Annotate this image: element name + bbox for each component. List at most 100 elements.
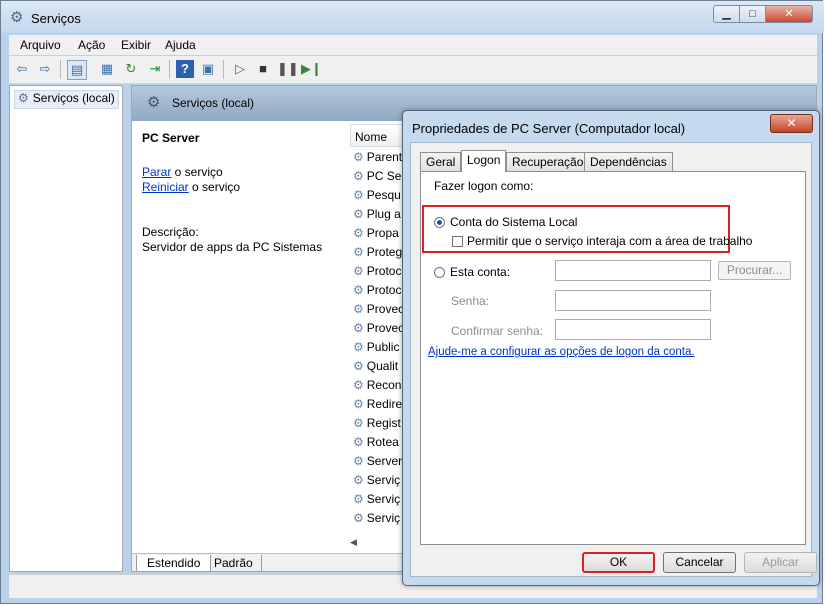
service-row[interactable]: ⚙ Public — [353, 340, 399, 359]
stop-icon[interactable]: ■ — [254, 60, 272, 78]
help-icon[interactable]: ? — [176, 60, 194, 78]
ok-button[interactable]: OK — [582, 552, 655, 573]
browse-button[interactable]: Procurar... — [718, 261, 791, 280]
service-row-name: Protoc — [366, 283, 402, 297]
service-row[interactable]: ⚙ Server — [353, 454, 402, 473]
service-row[interactable]: ⚙ PC Ser — [353, 169, 405, 188]
service-gear-icon: ⚙ — [353, 473, 364, 487]
start-icon[interactable]: ▷ — [231, 60, 249, 78]
service-row[interactable]: ⚙ Serviç — [353, 511, 400, 530]
service-row[interactable]: ⚙ Provec — [353, 302, 404, 321]
service-row-name: Protoc — [366, 264, 402, 278]
password-field[interactable] — [555, 290, 711, 311]
service-gear-icon: ⚙ — [353, 359, 364, 373]
stop-service-action: Parar o serviço — [142, 165, 223, 179]
service-row-name: Provec — [366, 321, 405, 335]
restart-service-text: o serviço — [188, 180, 241, 194]
password-label: Senha: — [451, 294, 490, 308]
service-gear-icon: ⚙ — [353, 302, 364, 316]
service-row-name: Recon — [366, 378, 402, 392]
close-button[interactable]: ✕ — [765, 5, 813, 23]
tab-logon[interactable]: Logon — [461, 150, 507, 172]
tree-item-label: Serviços (local) — [32, 91, 115, 105]
logon-as-label: Fazer logon como: — [434, 179, 534, 193]
dialog-title: Propriedades de PC Server (Computador lo… — [412, 121, 686, 136]
interact-desktop-label[interactable]: Permitir que o serviço interaja com a ár… — [467, 234, 752, 248]
service-row[interactable]: ⚙ Protoc — [353, 264, 401, 283]
cancel-button[interactable]: Cancelar — [663, 552, 736, 573]
local-system-radio[interactable] — [434, 217, 445, 228]
back-arrow-icon[interactable]: ⇦ — [13, 60, 31, 78]
tab-extended[interactable]: Estendido — [136, 555, 212, 571]
service-gear-icon: ⚙ — [353, 454, 364, 468]
service-gear-icon: ⚙ — [353, 321, 364, 335]
tab-default[interactable]: Padrão — [206, 555, 262, 571]
restart-service-link[interactable]: Reiniciar — [142, 180, 189, 194]
console-tree: ⚙ Serviços (local) — [9, 85, 123, 572]
service-row[interactable]: ⚙ Rotea — [353, 435, 399, 454]
export-list-icon[interactable]: ⇥ — [146, 60, 164, 78]
menu-acao[interactable]: Ação — [78, 38, 105, 52]
tab-geral[interactable]: Geral — [420, 152, 462, 171]
service-row-name: Regist — [366, 416, 401, 430]
service-row[interactable]: ⚙ Redire — [353, 397, 402, 416]
service-row-name: Proteg — [366, 245, 403, 259]
service-row-name: Server — [366, 454, 403, 468]
service-gear-icon: ⚙ — [353, 435, 364, 449]
logon-tab-panel: Fazer logon como: Conta do Sistema Local… — [420, 171, 806, 545]
service-gear-icon: ⚙ — [353, 416, 364, 430]
service-row[interactable]: ⚙ Provec — [353, 321, 404, 340]
service-row[interactable]: ⚙ Pesqu — [353, 188, 401, 207]
column-header-name[interactable]: Nome — [350, 124, 410, 147]
service-row-name: Parent — [366, 150, 403, 164]
title-bar[interactable]: ⚙ Serviços ▁ □ ✕ — [1, 1, 824, 33]
this-account-label[interactable]: Esta conta: — [450, 265, 510, 279]
tree-item-services-local[interactable]: ⚙ Serviços (local) — [14, 90, 119, 109]
service-gear-icon: ⚙ — [353, 492, 364, 506]
service-gear-icon: ⚙ — [353, 207, 364, 221]
restart-service-action: Reiniciar o serviço — [142, 180, 240, 194]
interact-desktop-checkbox[interactable] — [452, 236, 463, 247]
this-account-radio[interactable] — [434, 267, 445, 278]
tab-dependencias[interactable]: Dependências — [584, 152, 673, 171]
service-row[interactable]: ⚙ Propa — [353, 226, 399, 245]
service-row[interactable]: ⚙ Qualit — [353, 359, 398, 378]
service-gear-icon: ⚙ — [353, 511, 364, 525]
service-row[interactable]: ⚙ Proteg — [353, 245, 402, 264]
service-row[interactable]: ⚙ Recon — [353, 378, 401, 397]
menu-ajuda[interactable]: Ajuda — [165, 38, 196, 52]
tab-recuperacao[interactable]: Recuperação — [506, 152, 590, 171]
restart-icon[interactable]: ▶❙ — [301, 60, 322, 78]
apply-button[interactable]: Aplicar — [744, 552, 817, 573]
service-row[interactable]: ⚙ Protoc — [353, 283, 401, 302]
local-system-label[interactable]: Conta do Sistema Local — [450, 215, 577, 229]
service-gear-icon: ⚙ — [353, 245, 364, 259]
account-field[interactable] — [555, 260, 711, 281]
show-hide-icon[interactable]: ▣ — [199, 60, 217, 78]
service-row[interactable]: ⚙ Plug a — [353, 207, 401, 226]
dialog-close-button[interactable]: ✕ — [770, 114, 813, 133]
forward-arrow-icon[interactable]: ⇨ — [36, 60, 54, 78]
console-tree-icon[interactable]: ▤ — [67, 60, 87, 80]
service-row[interactable]: ⚙ Regist — [353, 416, 401, 435]
maximize-button[interactable]: □ — [739, 5, 766, 23]
menu-exibir[interactable]: Exibir — [121, 38, 151, 52]
description-label: Descrição: — [142, 225, 199, 239]
service-gear-icon: ⚙ — [353, 188, 364, 202]
service-row[interactable]: ⚙ Serviç — [353, 473, 400, 492]
confirm-password-field[interactable] — [555, 319, 711, 340]
services-gear-icon: ⚙ — [147, 94, 161, 111]
service-row-name: Provec — [366, 302, 405, 316]
service-row[interactable]: ⚙ Parent — [353, 150, 402, 169]
menu-arquivo[interactable]: Arquivo — [20, 38, 61, 52]
properties-icon[interactable]: ▦ — [98, 60, 116, 78]
pause-icon[interactable]: ❚❚ — [277, 60, 299, 78]
service-row-name: Rotea — [366, 435, 399, 449]
logon-help-link[interactable]: Ajude-me a configurar as opções de logon… — [428, 346, 695, 358]
minimize-button[interactable]: ▁ — [713, 5, 740, 23]
scroll-left-arrow-icon[interactable]: ◀ — [350, 537, 357, 548]
service-row-name: Serviç — [366, 473, 401, 487]
stop-service-link[interactable]: Parar — [142, 165, 171, 179]
refresh-icon[interactable]: ↻ — [122, 60, 140, 78]
service-row[interactable]: ⚙ Serviç — [353, 492, 400, 511]
